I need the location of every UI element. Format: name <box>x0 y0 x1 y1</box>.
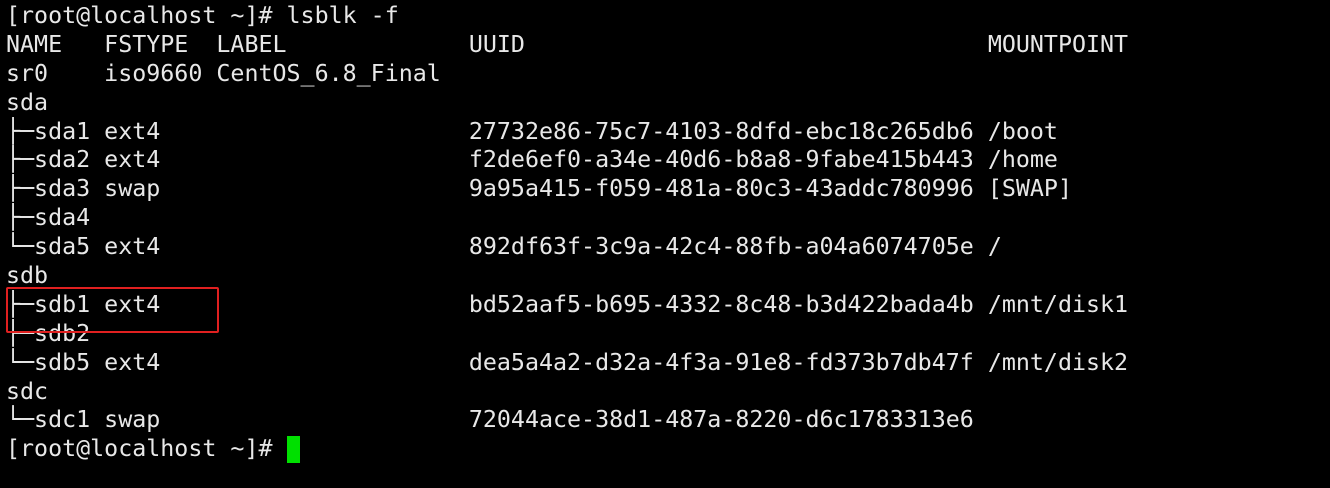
table-row: ├─sda4 <box>6 204 91 232</box>
table-row: └─sdb5 ext4 dea5a4a2-d32a-4f3a-91e8-fd37… <box>6 348 1129 376</box>
table-row: sr0 iso9660 CentOS_6.8_Final <box>6 59 441 87</box>
table-row: ├─sda2 ext4 f2de6ef0-a34e-40d6-b8a8-9fab… <box>6 146 1058 174</box>
table-row: ├─sda1 ext4 27732e86-75c7-4103-8dfd-ebc1… <box>6 117 1058 145</box>
table-row: ├─sda3 swap 9a95a415-f059-481a-80c3-43ad… <box>6 175 1072 203</box>
table-row: sdc <box>6 377 49 405</box>
command-line: [root@localhost ~]# lsblk -f <box>6 2 399 29</box>
shell-prompt: [root@localhost ~]# <box>6 435 287 463</box>
table-row: sda <box>6 88 49 116</box>
table-row: └─sda5 ext4 892df63f-3c9a-42c4-88fb-a04a… <box>6 233 1002 261</box>
prompt-line[interactable]: [root@localhost ~]# <box>6 435 1128 464</box>
terminal-cursor <box>286 436 300 464</box>
table-header: NAME FSTYPE LABEL UUID MOUNTPOINT <box>6 30 1129 58</box>
sdb1-highlight-box <box>6 287 219 333</box>
terminal-output[interactable]: [root@localhost ~]# lsblk -f NAME FSTYPE … <box>6 2 1128 464</box>
table-row: └─sdc1 swap 72044ace-38d1-487a-8220-d6c1… <box>6 406 974 434</box>
